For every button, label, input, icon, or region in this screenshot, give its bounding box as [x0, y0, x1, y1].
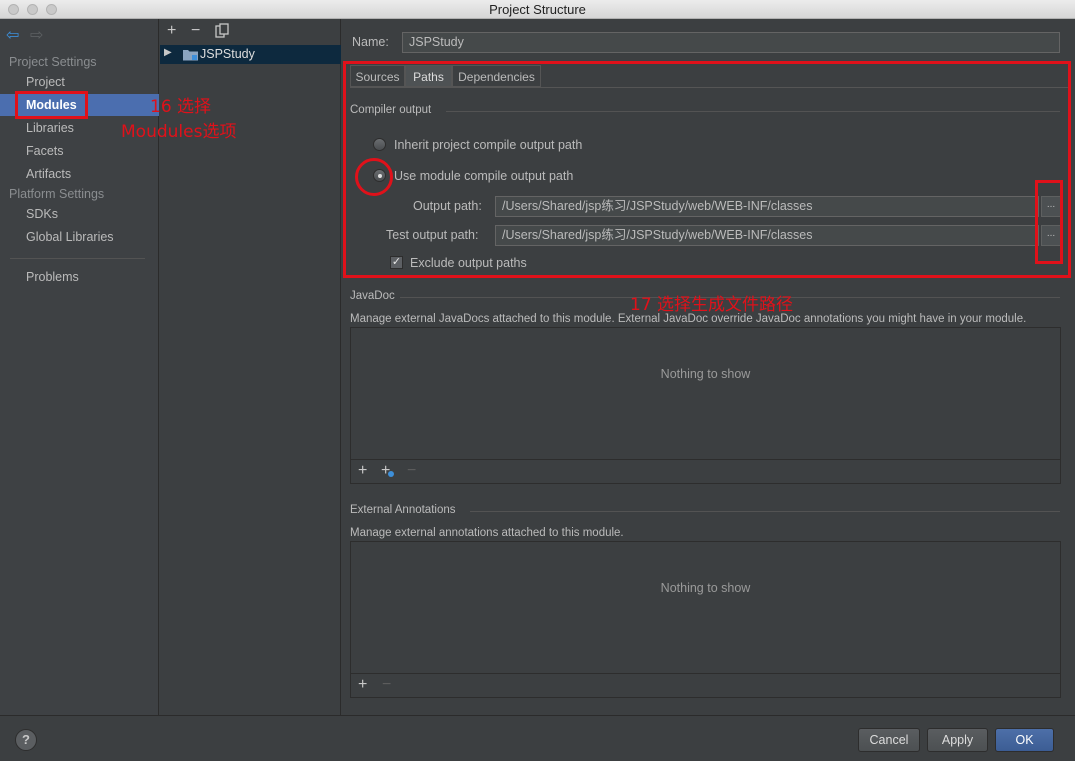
dialog-footer: ? Cancel Apply OK	[0, 715, 1075, 761]
sidebar-item-sdks[interactable]: SDKs	[0, 203, 159, 225]
external-annotations-empty-text: Nothing to show	[660, 581, 751, 595]
ok-button[interactable]: OK	[995, 728, 1054, 752]
external-annotations-list-toolbar: + −	[351, 673, 1060, 697]
compiler-output-highlight-box	[343, 61, 1071, 278]
remove-annotation-button[interactable]: −	[382, 676, 391, 694]
window-title: Project Structure	[489, 2, 586, 17]
module-name-field[interactable]: JSPStudy	[402, 32, 1060, 53]
radio-highlight-circle	[355, 158, 393, 196]
sidebar-item-facets[interactable]: Facets	[0, 140, 159, 162]
copy-icon[interactable]	[215, 23, 229, 43]
sidebar-item-problems[interactable]: Problems	[0, 266, 159, 288]
tree-module-label: JSPStudy	[200, 47, 255, 61]
javadoc-title: JavaDoc	[350, 290, 395, 302]
back-arrow-icon[interactable]: ⇦	[6, 25, 19, 45]
javadoc-list[interactable]: Nothing to show + + −	[350, 327, 1061, 484]
external-annotations-list[interactable]: Nothing to show + −	[350, 541, 1061, 698]
external-annotations-divider	[470, 511, 1060, 512]
step16-annotation-line1: 16 选择	[150, 97, 212, 117]
sidebar-item-artifacts[interactable]: Artifacts	[0, 163, 159, 185]
title-bar: Project Structure	[0, 0, 1075, 19]
project-settings-header: Project Settings	[9, 55, 97, 69]
add-javadoc-button[interactable]: +	[358, 462, 367, 480]
sidebar-item-project[interactable]: Project	[0, 71, 159, 93]
external-annotations-description: Manage external annotations attached to …	[350, 527, 624, 539]
external-annotations-title: External Annotations	[350, 504, 456, 516]
add-annotation-button[interactable]: +	[358, 676, 367, 694]
add-module-button[interactable]: +	[167, 22, 176, 40]
sidebar-item-global-libraries[interactable]: Global Libraries	[0, 226, 159, 248]
cancel-button[interactable]: Cancel	[858, 728, 920, 752]
browse-buttons-highlight-box	[1035, 180, 1063, 264]
remove-javadoc-button[interactable]: −	[407, 462, 416, 480]
tree-row-jspstudy[interactable]: ▶ JSPStudy	[160, 45, 341, 64]
module-folder-icon	[183, 48, 198, 64]
expand-arrow-icon[interactable]: ▶	[164, 47, 172, 58]
forward-arrow-icon[interactable]: ⇨	[30, 25, 43, 45]
step16-annotation-line2: Moudules选项	[121, 122, 237, 142]
apply-button[interactable]: Apply	[927, 728, 988, 752]
modules-highlight-box	[15, 91, 88, 119]
javadoc-list-toolbar: + + −	[351, 459, 1060, 483]
javadoc-empty-text: Nothing to show	[660, 367, 751, 381]
help-button[interactable]: ?	[15, 729, 37, 751]
add-javadoc-url-icon[interactable]: +	[381, 462, 394, 480]
sidebar-divider	[10, 258, 145, 259]
remove-module-button[interactable]: −	[191, 22, 200, 40]
platform-settings-header: Platform Settings	[9, 187, 105, 201]
step17-annotation: 17 选择生成文件路径	[630, 295, 794, 315]
name-label: Name:	[352, 35, 389, 49]
